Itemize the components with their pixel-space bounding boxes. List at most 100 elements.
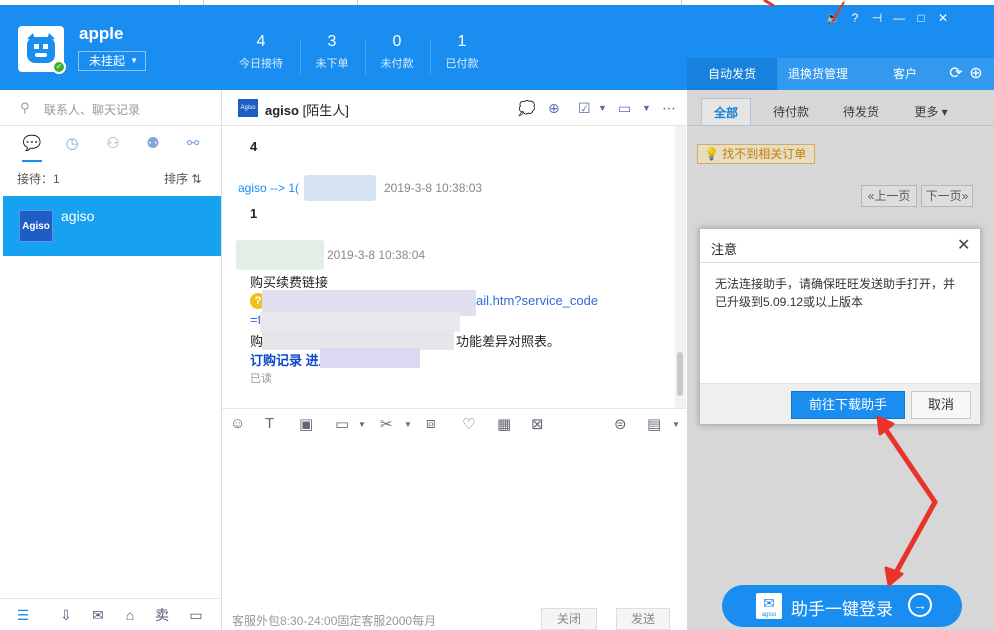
stat-label: 已付款	[445, 58, 479, 70]
download-icon[interactable]: ⇩	[56, 605, 76, 625]
avatar[interactable]: ✓	[18, 26, 66, 74]
blurred-sender	[236, 240, 324, 270]
person-icon[interactable]: ⚇	[103, 134, 123, 154]
shake-icon[interactable]: ⧈	[426, 415, 436, 432]
stat-paid[interactable]: 1 已付款	[432, 33, 492, 71]
refresh-icon[interactable]: ⟳	[945, 58, 967, 90]
download-helper-button[interactable]: 前往下载助手	[791, 391, 905, 419]
blurred-region	[320, 348, 420, 368]
username: apple	[79, 24, 124, 43]
cancel-button[interactable]: 取消	[911, 391, 971, 419]
stat-label: 未付款	[380, 58, 414, 70]
org-icon[interactable]: ⚯	[183, 134, 203, 154]
contact-item[interactable]: Agiso agiso	[3, 196, 221, 256]
message-line: 功能差异对照表。	[456, 334, 561, 349]
stat-unpaid[interactable]: 0 未付款	[367, 33, 427, 71]
close-icon[interactable]: ✕	[957, 235, 970, 255]
tab-customer[interactable]: 客户	[877, 58, 933, 90]
chevron-down-icon[interactable]: ▼	[404, 420, 412, 429]
tab-auto-ship[interactable]: 自动发货	[687, 58, 777, 90]
input-toolbar: ☺ T ▣ ▭ ▼ ✂ ▼ ⧈ ♡ ▦ ⊠ ⊜ ▤ ▼	[222, 408, 686, 440]
divider	[300, 39, 301, 75]
sort-button[interactable]: 排序 ⇅	[164, 170, 201, 187]
emoji-icon[interactable]: ☺	[230, 415, 245, 432]
window-icon[interactable]: ▭	[186, 605, 206, 625]
add-icon[interactable]: ⊕	[965, 58, 987, 90]
stat-value: 1	[457, 33, 467, 50]
maximize-icon[interactable]: □	[910, 7, 932, 29]
shop-icon[interactable]: ⌂	[120, 605, 140, 625]
status-label: 未挂起	[89, 54, 126, 68]
message-time: 2019-3-8 10:38:03	[384, 181, 483, 195]
app-window: ✓ apple 未挂起 ▼ 4 今日接待 3 未下单 0 未付款 1 已付款 🔈…	[0, 0, 994, 630]
search-input[interactable]: 联系人、聊天记录	[44, 101, 140, 118]
group-icon[interactable]: ⚉	[143, 134, 163, 154]
help-icon[interactable]: ?	[844, 7, 866, 29]
online-check-icon: ✓	[52, 60, 66, 74]
scrollbar-thumb[interactable]	[677, 352, 683, 396]
folder-icon[interactable]: ▭	[335, 415, 349, 433]
window-controls: 🔈? ⊣ — □ ✕	[822, 7, 954, 29]
blurred-region	[262, 330, 454, 350]
chevron-down-icon[interactable]: ▼	[598, 103, 607, 113]
sell-icon[interactable]: 卖	[152, 605, 172, 625]
pin-icon[interactable]: ⊣	[866, 7, 888, 29]
message-list: 4 agiso --> 1( 2019-3-8 10:38:03 1 2019-…	[222, 126, 686, 408]
chat-footer: 客服外包8:30-24:00固定客服2000每月 关闭 发送	[222, 600, 686, 630]
close-icon[interactable]: ✕	[932, 7, 954, 29]
login-label: 助手一键登录	[791, 600, 893, 619]
search-icon: ⚲	[20, 100, 30, 115]
divider	[365, 39, 366, 75]
read-status: 已读	[250, 373, 272, 385]
stat-not-ordered[interactable]: 3 未下单	[302, 33, 362, 71]
stat-label: 未下单	[315, 58, 349, 70]
stat-today-reception[interactable]: 4 今日接待	[231, 33, 291, 71]
chat-logo: Agiso	[238, 99, 258, 117]
heart-icon[interactable]: ♡	[462, 415, 475, 433]
history-icon[interactable]: ▤	[647, 415, 661, 433]
arrow-right-icon: →	[908, 593, 932, 617]
video-icon[interactable]: ▭	[618, 100, 631, 117]
tab-returns[interactable]: 退换货管理	[777, 58, 859, 90]
reception-count: 接待：1	[17, 172, 60, 186]
message-scrollbar[interactable]	[675, 126, 686, 408]
chevron-down-icon: ▼	[130, 56, 138, 65]
comment-icon[interactable]: 💭	[518, 100, 535, 117]
add-contact-icon[interactable]: ⊕	[548, 100, 560, 117]
blurred-region	[260, 312, 460, 332]
font-icon[interactable]: T	[265, 415, 274, 432]
volume-icon[interactable]: 🔈	[822, 7, 844, 29]
mail-icon: ✉ agiso	[756, 593, 782, 619]
message-line: 购买续费链接	[250, 275, 329, 290]
tab-underline	[22, 160, 42, 162]
one-click-login-button[interactable]: ✉ agiso 助手一键登录 →	[722, 585, 962, 627]
status-dropdown[interactable]: 未挂起 ▼	[78, 51, 146, 71]
schedule-icon[interactable]: ☑	[578, 100, 591, 117]
chevron-down-icon[interactable]: ▼	[672, 420, 680, 429]
coupon-icon[interactable]: ⊠	[531, 415, 544, 433]
minimize-icon[interactable]: —	[888, 7, 910, 29]
screenshot-icon[interactable]: ▣	[299, 415, 313, 433]
chat-panel: Agiso agiso [陌生人] 💭 ⊕ ☑ ▼ ▭ ▼ ⋯ 4 agiso …	[222, 90, 686, 630]
login-icon-sub: agiso	[761, 612, 777, 618]
chat-bubble-icon[interactable]: 💬	[22, 134, 42, 154]
menu-icon[interactable]: ☰	[13, 605, 33, 625]
contact-logo: Agiso	[19, 210, 53, 242]
chat-tag: [陌生人]	[302, 103, 349, 118]
more-icon[interactable]: ⋯	[662, 100, 676, 117]
message-link[interactable]: ail.htm?service_code	[476, 293, 598, 308]
chevron-down-icon[interactable]: ▼	[642, 103, 651, 113]
scissors-icon[interactable]: ✂	[380, 415, 393, 433]
calculator-icon[interactable]: ▦	[497, 415, 511, 433]
blurred-region	[304, 175, 376, 201]
quick-reply-icon[interactable]: ⊜	[614, 415, 627, 433]
clock-icon[interactable]: ◷	[62, 134, 82, 154]
dialog-title: 注意	[711, 242, 738, 257]
service-note: 客服外包8:30-24:00固定客服2000每月	[232, 614, 437, 628]
chevron-down-icon[interactable]: ▼	[358, 420, 366, 429]
plugin-tabs: 自动发货 退换货管理 客户 ⟳ ⊕	[687, 58, 994, 90]
send-button[interactable]: 发送	[616, 608, 670, 630]
search-box[interactable]: ⚲ 联系人、聊天记录	[0, 90, 222, 126]
mail-icon[interactable]: ✉	[88, 605, 108, 625]
close-button[interactable]: 关闭	[541, 608, 597, 630]
